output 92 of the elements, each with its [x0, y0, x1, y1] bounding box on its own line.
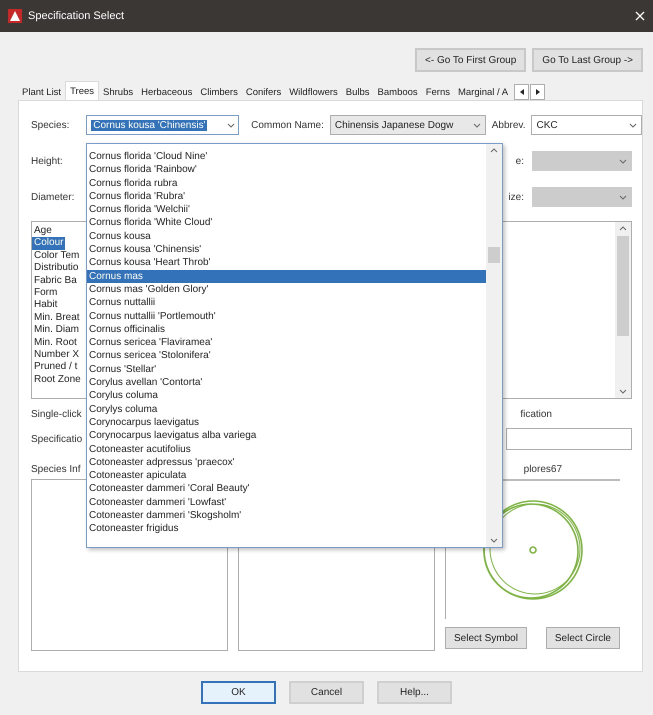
dropdown-option[interactable]: Cornus 'Stellar' [87, 362, 486, 376]
tab[interactable]: Trees [65, 81, 100, 100]
dropdown-option[interactable]: Cornus florida 'Welchii' [87, 203, 486, 216]
group-nav-button[interactable]: <- Go To First Group [415, 48, 526, 72]
scrollbar[interactable] [486, 144, 502, 547]
close-icon[interactable] [635, 11, 645, 21]
field-label: ize: [508, 192, 524, 202]
tab[interactable]: Conifers [242, 84, 286, 100]
species-dropdown-menu[interactable] [86, 143, 503, 548]
select-button[interactable]: Select Symbol [445, 627, 527, 649]
hint-text: fication [520, 409, 552, 420]
common-name-dropdown[interactable]: Chinensis Japanese Dogw [330, 115, 486, 135]
dropdown-option[interactable]: Cornus kousa 'Heart Throb' [87, 256, 486, 270]
tab[interactable]: Herbaceous [137, 84, 196, 100]
dialog-button[interactable]: OK [201, 681, 276, 704]
left-arrow-icon [520, 89, 524, 95]
dropdown-option[interactable]: Corylys columa [87, 402, 486, 416]
field-label: Abbrev. [492, 120, 526, 130]
dropdown-option[interactable]: Cornus florida 'White Cloud' [87, 216, 486, 230]
field-label: Diameter: [31, 192, 74, 202]
dropdown-option[interactable]: Cotoneaster dammeri 'Lowfast' [87, 496, 486, 510]
property-item[interactable]: Habit [32, 299, 60, 312]
dropdown-option[interactable]: Cornus officinalis [87, 322, 486, 336]
property-item[interactable]: Fabric Ba [32, 274, 79, 288]
scroll-up-icon[interactable] [619, 226, 627, 231]
dialog-button[interactable]: Cancel [289, 681, 364, 704]
property-item[interactable]: Form [32, 287, 60, 300]
property-item[interactable]: Color Tem [32, 250, 82, 262]
scroll-down-icon [619, 389, 627, 394]
tab[interactable]: Bamboos [374, 84, 422, 100]
dropdown-option[interactable]: Cornus florida 'Cloud Nine' [87, 150, 486, 164]
tab-scroll-left-button[interactable] [514, 84, 530, 100]
property-item[interactable]: Distributio [32, 262, 80, 275]
field-label: Species Inf [31, 464, 80, 475]
tab-scroll-right-button[interactable] [530, 84, 546, 100]
species-dropdown[interactable]: Cornus kousa 'Chinensis' [86, 115, 240, 135]
dropdown-option[interactable]: Cornus sericea 'Flaviramea' [87, 336, 486, 350]
field-label: Specificatio [31, 434, 82, 444]
dropdown-option[interactable]: Cotoneaster frigidus [87, 522, 486, 536]
dialog-button[interactable]: Help... [377, 681, 452, 704]
property-item[interactable]: Root Zone [32, 374, 83, 386]
abbrev-dropdown[interactable]: CKC [531, 115, 642, 135]
group-nav-button[interactable]: Go To Last Group -> [532, 48, 643, 72]
dropdown-option[interactable]: Cotoneaster adpressus 'praecox' [87, 456, 486, 470]
dropdown-option[interactable]: Cornus mas 'Golden Glory' [87, 282, 486, 296]
tab[interactable]: Climbers [196, 84, 242, 100]
property-item[interactable]: Min. Root [32, 336, 79, 350]
dropdown-option[interactable]: Cotoneaster acutifolius [87, 442, 486, 456]
scrollbar[interactable] [615, 222, 631, 398]
field-label: Species: [31, 120, 70, 130]
tab[interactable]: Wildflowers [285, 84, 342, 100]
tab[interactable]: Plant List [18, 84, 66, 100]
dropdown-option[interactable]: Cotoneaster dammeri 'Coral Beauty' [87, 482, 486, 496]
field-label: e: [516, 156, 524, 166]
tab[interactable]: Bulbs [342, 84, 374, 100]
scroll-down-icon [490, 538, 498, 543]
dropdown-option[interactable]: Cornus florida rubra [87, 176, 486, 190]
property-item[interactable]: Number X [32, 349, 82, 362]
dropdown-option[interactable]: Cornus kousa 'Chinensis' [87, 243, 486, 256]
dropdown-option[interactable]: Cotoneaster dammeri 'Skogsholm' [87, 509, 486, 522]
hint-text: Single-click [31, 409, 82, 420]
dropdown-option[interactable]: Corylus columa [87, 389, 486, 403]
dropdown-option[interactable]: Corylus avellan 'Contorta' [87, 376, 486, 390]
property-item[interactable]: Colour [32, 237, 66, 250]
dropdown-option[interactable]: Cornus florida 'Rubra' [87, 190, 486, 204]
field-label: plores67 [524, 464, 562, 475]
dropdown-option[interactable]: Cornus kousa [87, 230, 486, 244]
field-label: Common Name: [251, 120, 324, 130]
tab[interactable]: Shrubs [99, 84, 138, 100]
dropdown-option[interactable]: Cornus mas [87, 270, 486, 283]
dropdown-option[interactable]: Cornus nuttallii [87, 296, 486, 310]
tab[interactable]: Marginal / A [454, 84, 512, 100]
property-item[interactable]: Min. Breat [32, 312, 82, 324]
app-logo-icon [8, 9, 22, 23]
specification-field[interactable] [506, 428, 632, 450]
scroll-up-icon[interactable] [490, 148, 498, 153]
property-item[interactable]: Pruned / t [32, 361, 80, 374]
right-arrow-icon [536, 89, 540, 95]
window-title: Specification Select [28, 10, 125, 22]
property-item[interactable]: Age [32, 225, 54, 238]
dropdown-option[interactable]: Cornus nuttallii 'Portlemouth' [87, 310, 486, 323]
dropdown-option[interactable]: Corynocarpus laevigatus alba variega [87, 429, 486, 443]
property-item[interactable]: Min. Diam [32, 324, 82, 337]
field-label: Height: [31, 156, 63, 166]
dropdown-option[interactable]: Cornus sericea 'Stolonifera' [87, 349, 486, 363]
dropdown-option[interactable]: Corynocarpus laevigatus [87, 416, 486, 430]
scroll-thumb[interactable] [488, 247, 500, 263]
tab[interactable]: Ferns [422, 84, 454, 100]
dropdown-option[interactable]: Cotoneaster apiculata [87, 469, 486, 482]
select-button[interactable]: Select Circle [546, 627, 620, 649]
dropdown-option[interactable]: Cornus florida 'Rainbow' [87, 163, 486, 177]
scroll-thumb[interactable] [617, 236, 629, 336]
